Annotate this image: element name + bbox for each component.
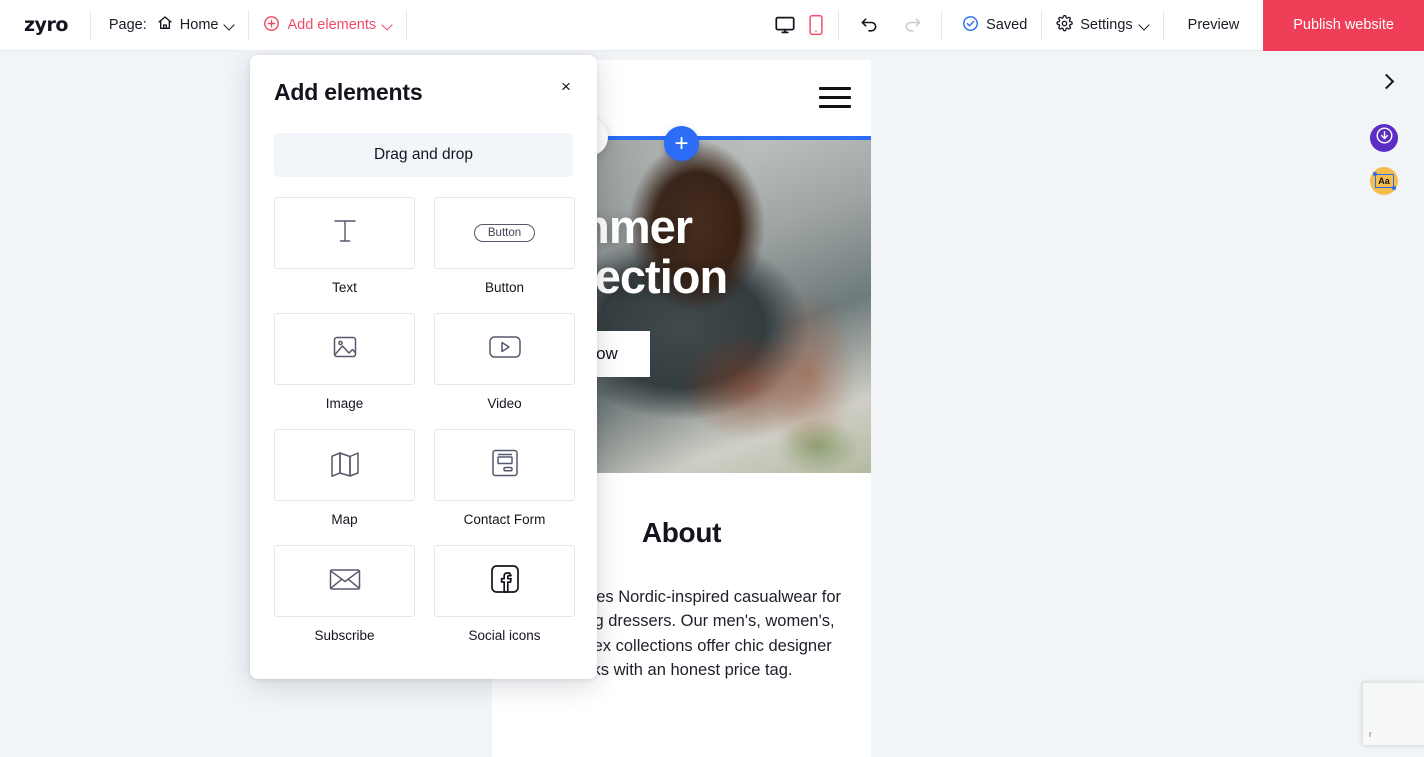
chevron-down-icon [1140,21,1149,30]
right-rail: Aa [1360,51,1424,757]
element-preview-box [274,197,415,269]
home-icon [157,15,173,35]
page-label: Page: [108,17,147,33]
element-item-text[interactable]: Text [274,197,415,295]
add-elements-button[interactable]: Add elements [249,0,406,51]
preview-button[interactable]: Preview [1164,0,1264,51]
publish-website-button[interactable]: Publish website [1263,0,1424,51]
text-tool-badge[interactable]: Aa [1370,167,1398,195]
divider [941,10,943,40]
divider [838,10,840,40]
element-item-contact-form[interactable]: Contact Form [434,429,575,527]
element-label: Contact Form [463,512,546,527]
page-selector[interactable]: Home [151,0,249,51]
element-item-social-icons[interactable]: Social icons [434,545,575,643]
check-circle-icon [962,15,979,36]
text-t-icon [328,214,362,253]
element-label: Map [331,512,358,527]
element-label: Social icons [468,628,541,643]
element-item-subscribe[interactable]: Subscribe [274,545,415,643]
element-preview-box [274,429,415,501]
close-icon[interactable]: × [555,75,577,97]
button-pill-icon: Button [473,224,536,242]
element-item-video[interactable]: Video [434,313,575,411]
aa-label: Aa [1378,175,1390,186]
settings-button[interactable]: Settings [1042,0,1162,51]
chevron-down-icon [225,21,234,30]
map-icon [327,448,363,483]
zyro-website-builder: zyro Page: Home Add elements Saved Setti… [0,0,1424,757]
element-preview-box [434,545,575,617]
chevron-down-icon [383,21,392,30]
add-elements-panel: Add elements × Drag and drop Text Button [250,55,597,679]
mobile-view-button[interactable] [802,14,830,36]
element-preview-box [274,313,415,385]
image-icon [328,330,362,369]
page-value: Home [179,17,219,33]
gear-icon [1056,14,1073,36]
redo-button[interactable] [891,15,935,35]
video-play-icon [486,332,524,367]
elements-grid: Text Button Button Image Video Map Conta… [274,197,575,643]
top-toolbar: zyro Page: Home Add elements Saved Setti… [0,0,1424,51]
envelope-icon [327,565,363,598]
element-item-map[interactable]: Map [274,429,415,527]
element-preview-box [274,545,415,617]
contact-form-icon [489,447,521,484]
drag-and-drop-zone[interactable]: Drag and drop [274,133,573,177]
preview-label: Preview [1187,17,1240,33]
divider [406,10,408,40]
panel-header: Add elements × [250,55,597,106]
element-label: Video [487,396,522,411]
download-circle-icon [1375,126,1394,150]
element-preview-box: Button [434,197,575,269]
element-label: Text [332,280,357,295]
hamburger-menu-icon[interactable] [819,87,851,109]
add-elements-label: Add elements [287,17,377,33]
panel-title: Add elements [274,79,423,105]
plus-circle-icon [263,15,280,36]
element-item-image[interactable]: Image [274,313,415,411]
element-item-button[interactable]: Button Button [434,197,575,295]
viewport-toggle-group [760,0,830,51]
chevron-right-icon[interactable] [1380,74,1394,88]
element-label: Image [325,396,364,411]
undo-button[interactable] [847,15,891,35]
desktop-view-button[interactable] [760,14,802,36]
zyro-logo[interactable]: zyro [24,15,68,35]
download-badge[interactable] [1370,124,1398,152]
saved-status: Saved [948,0,1041,51]
element-label: Button [484,280,525,295]
settings-label: Settings [1080,17,1133,33]
panel-scroll-area[interactable]: Drag and drop Text Button Button Image V… [250,121,597,679]
facebook-icon [488,562,522,601]
saved-label: Saved [986,17,1028,33]
element-preview-box [434,313,575,385]
editor-canvas: Change background + Summer Collection Sh… [0,51,1424,757]
add-section-button[interactable]: + [664,126,699,161]
element-label: Subscribe [314,628,375,643]
text-aa-icon: Aa [1372,172,1396,190]
element-preview-box [434,429,575,501]
